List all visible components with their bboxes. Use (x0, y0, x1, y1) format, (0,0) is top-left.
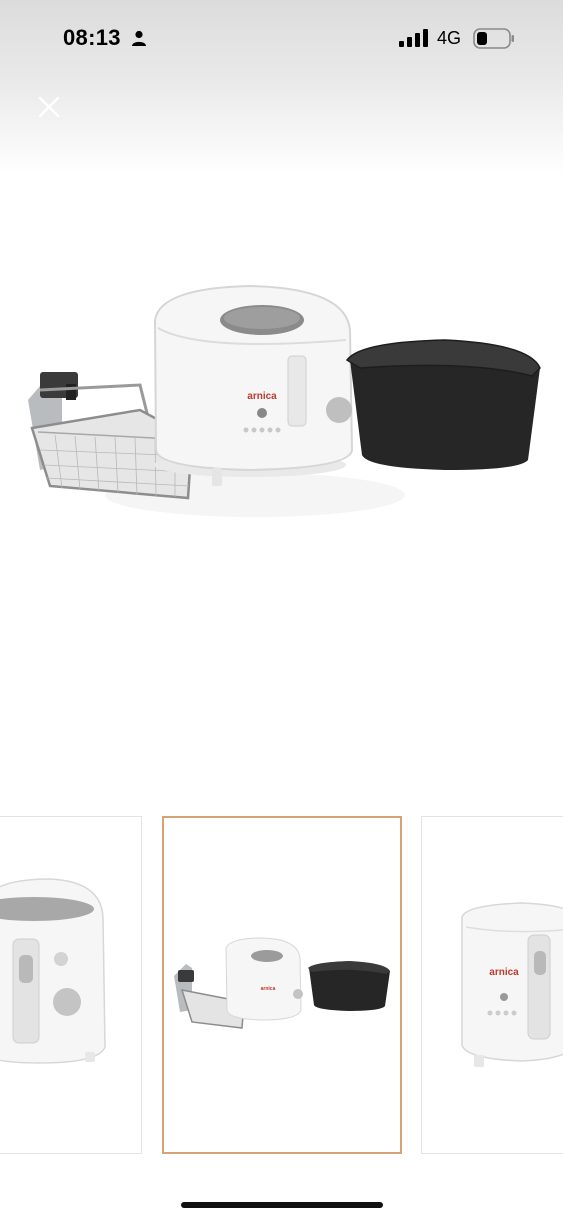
product-image[interactable]: arnica (0, 260, 563, 590)
person-icon (132, 30, 146, 46)
thumbnail-2-image: arnica (174, 937, 390, 1029)
thumbnail-2[interactable]: arnica (162, 816, 402, 1154)
thumbnail-3-image: arnica (461, 902, 563, 1067)
thumbnail-3-brand: arnica (489, 967, 519, 978)
thumbnail-strip: arnica arnica (0, 816, 563, 1156)
oil-pot (345, 339, 541, 470)
thumbnail-1[interactable] (0, 816, 142, 1154)
battery-icon (473, 28, 514, 49)
brand-label: arnica (247, 391, 277, 402)
fryer-body: arnica (153, 284, 354, 486)
thumbnail-3[interactable]: arnica (421, 816, 563, 1154)
home-indicator[interactable] (181, 1202, 383, 1208)
thumbnail-2-brand: arnica (261, 986, 276, 992)
status-time: 08:13 (63, 25, 121, 50)
network-label: 4G (437, 28, 462, 48)
thumbnail-1-image (0, 878, 106, 1064)
status-bar: 08:13 4G (0, 0, 563, 76)
signal-icon (399, 29, 428, 47)
close-icon[interactable] (33, 91, 65, 123)
